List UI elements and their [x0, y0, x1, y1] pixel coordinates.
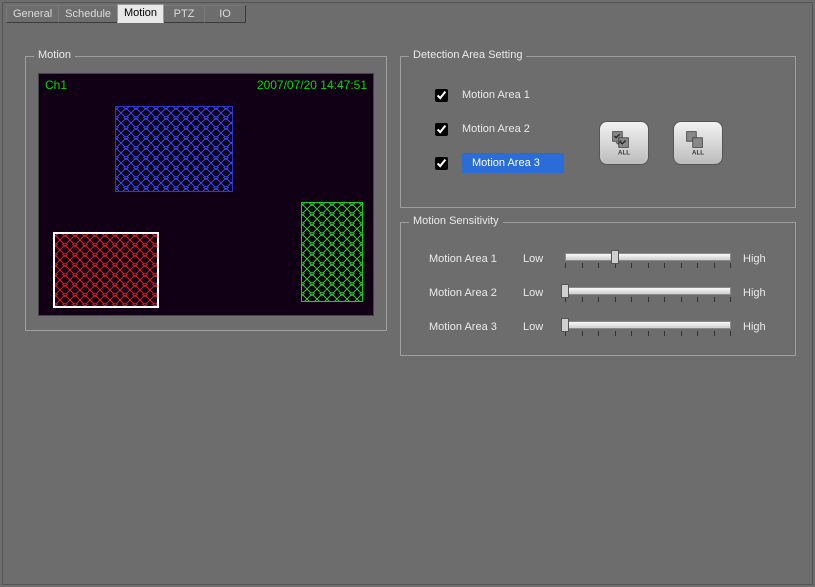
- channel-label: Ch1: [45, 78, 67, 92]
- sensitivity-low-3: Low: [523, 321, 553, 333]
- tab-general[interactable]: General: [6, 5, 59, 23]
- sensitivity-row-3: Motion Area 3 Low High: [429, 317, 773, 337]
- detection-area-checkbox-2[interactable]: [435, 123, 448, 136]
- select-all-icon: ALL: [610, 129, 638, 157]
- sensitivity-label-3: Motion Area 3: [429, 321, 511, 333]
- detection-group: Detection Area Setting Motion Area 1 Mot…: [400, 56, 796, 208]
- sensitivity-low-2: Low: [523, 287, 553, 299]
- sensitivity-slider-3[interactable]: [565, 317, 731, 337]
- detection-area-row-3[interactable]: Motion Area 3: [435, 151, 564, 175]
- timestamp-label: 2007/07/20 14:47:51: [257, 78, 367, 92]
- detection-area-row-2[interactable]: Motion Area 2: [435, 117, 564, 141]
- motion-group: Motion Ch1 2007/07/20 14:47:51: [25, 56, 387, 331]
- motion-legend: Motion: [34, 49, 75, 61]
- detection-area-row-1[interactable]: Motion Area 1: [435, 83, 564, 107]
- select-all-button[interactable]: ALL: [599, 121, 649, 165]
- svg-text:ALL: ALL: [692, 149, 704, 156]
- detection-area-checkbox-1[interactable]: [435, 89, 448, 102]
- sensitivity-legend: Motion Sensitivity: [409, 215, 503, 227]
- motion-zone-1[interactable]: [115, 106, 233, 192]
- detection-area-label-3: Motion Area 3: [462, 153, 564, 173]
- detection-legend: Detection Area Setting: [409, 49, 526, 61]
- motion-zone-2[interactable]: [301, 202, 363, 302]
- svg-text:ALL: ALL: [618, 149, 630, 156]
- sensitivity-label-2: Motion Area 2: [429, 287, 511, 299]
- detection-area-label-1: Motion Area 1: [462, 89, 530, 101]
- sensitivity-slider-2[interactable]: [565, 283, 731, 303]
- clear-all-button[interactable]: ALL: [673, 121, 723, 165]
- sensitivity-row-1: Motion Area 1 Low High: [429, 249, 773, 269]
- sensitivity-high-2: High: [743, 287, 773, 299]
- sensitivity-row-2: Motion Area 2 Low High: [429, 283, 773, 303]
- motion-zone-3[interactable]: [53, 232, 159, 308]
- sensitivity-high-3: High: [743, 321, 773, 333]
- sensitivity-high-1: High: [743, 253, 773, 265]
- clear-all-icon: ALL: [684, 129, 712, 157]
- sensitivity-label-1: Motion Area 1: [429, 253, 511, 265]
- tab-schedule[interactable]: Schedule: [58, 5, 118, 23]
- detection-area-label-2: Motion Area 2: [462, 123, 530, 135]
- sensitivity-low-1: Low: [523, 253, 553, 265]
- sensitivity-slider-1[interactable]: [565, 249, 731, 269]
- motion-preview[interactable]: Ch1 2007/07/20 14:47:51: [38, 73, 374, 316]
- detection-area-checkbox-3[interactable]: [435, 157, 448, 170]
- tab-ptz[interactable]: PTZ: [163, 5, 205, 23]
- tab-motion[interactable]: Motion: [117, 4, 164, 23]
- tab-io[interactable]: IO: [204, 5, 246, 23]
- tab-strip: General Schedule Motion PTZ IO: [6, 5, 245, 24]
- sensitivity-group: Motion Sensitivity Motion Area 1 Low Hig…: [400, 222, 796, 356]
